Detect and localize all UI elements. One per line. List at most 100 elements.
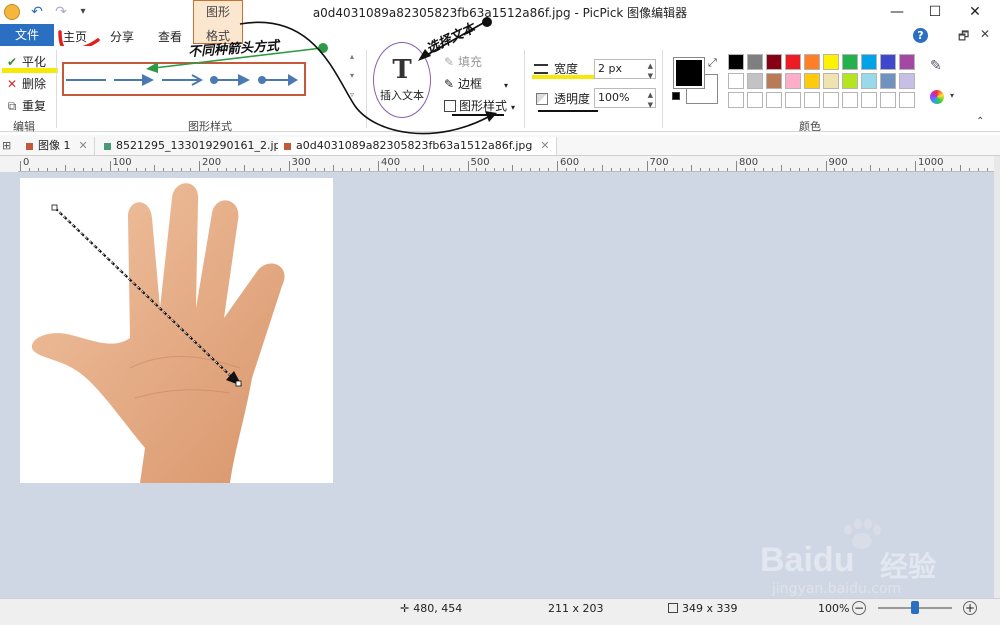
ruler-minor-tick (163, 168, 165, 171)
ruler-tick (646, 161, 648, 171)
color-swatch[interactable] (842, 92, 858, 108)
color-swatch[interactable] (880, 92, 896, 108)
tab-file[interactable]: 文件 (0, 24, 54, 46)
ruler-tick (109, 161, 111, 171)
color-swatch[interactable] (804, 92, 820, 108)
ruler-minor-tick (127, 168, 129, 171)
ruler-tick (20, 161, 21, 171)
color-swatch[interactable] (766, 92, 782, 108)
reset-colors-icon[interactable] (672, 92, 680, 100)
ruler-minor-tick (261, 168, 263, 171)
ruler-minor-tick (923, 168, 925, 171)
color-swatch[interactable] (728, 92, 744, 108)
zoom-in-button[interactable]: + (963, 601, 977, 615)
color-swatch[interactable] (842, 54, 858, 70)
color-swatch[interactable] (823, 54, 839, 70)
fill-label: 填充 (458, 55, 483, 69)
color-swatch[interactable] (804, 73, 820, 89)
color-swatch[interactable] (785, 54, 801, 70)
primary-color-front[interactable] (673, 57, 705, 89)
colors-group-label: 颜色 (799, 120, 821, 133)
close-tab-icon[interactable]: ✕ (540, 139, 549, 152)
stepper-down-icon[interactable]: ▼ (648, 96, 653, 114)
arrow-style-plain[interactable] (66, 72, 110, 88)
ruler-minor-tick (413, 168, 415, 171)
color-swatch[interactable] (785, 92, 801, 108)
ruler-label: 700 (649, 157, 669, 168)
close-button[interactable]: ✕ (958, 2, 992, 22)
color-swatch[interactable] (785, 73, 801, 89)
duplicate-button[interactable]: ⧉ 重复 (4, 97, 46, 117)
tab-grid-icon[interactable]: ⊞ (2, 139, 14, 152)
ruler-minor-tick (449, 168, 451, 171)
delete-button[interactable]: ✕ 删除 (4, 75, 46, 95)
color-swatch[interactable] (842, 73, 858, 89)
ruler-minor-tick (628, 168, 630, 171)
color-swatch[interactable] (861, 73, 877, 89)
ruler-minor-tick (664, 168, 666, 171)
ruler-minor-tick (360, 168, 362, 171)
ruler-minor-tick (37, 168, 39, 171)
ruler-minor-tick (386, 168, 388, 171)
ruler-minor-tick (789, 168, 791, 171)
color-swatch[interactable] (823, 92, 839, 108)
border-button[interactable]: ✎ 边框 ▾ (444, 75, 508, 93)
color-swatch[interactable] (899, 73, 915, 89)
color-swatch[interactable] (804, 54, 820, 70)
close-tab-icon[interactable]: ✕ (79, 139, 88, 152)
collapse-ribbon-icon[interactable]: ⌃ (976, 116, 984, 127)
horizontal-ruler: 0 100 200 300 400 500 600 700 800 900 1000 (18, 156, 994, 172)
fill-button[interactable]: ✎ 填充 (444, 53, 482, 71)
color-swatch[interactable] (728, 54, 744, 70)
color-swatch[interactable] (880, 54, 896, 70)
duplicate-label: 重复 (22, 99, 47, 113)
ruler-minor-tick (897, 168, 899, 171)
opacity-stepper[interactable]: 100% ▲ ▼ (594, 88, 656, 109)
zoom-slider-thumb[interactable] (911, 601, 919, 614)
ruler-minor-tick (744, 168, 746, 171)
zoom-out-button[interactable]: − (852, 601, 866, 615)
close-document-icon[interactable]: ✕ (980, 27, 990, 41)
color-swatch[interactable] (728, 73, 744, 89)
ruler-minor-tick (906, 168, 908, 171)
arrow-style-open[interactable] (162, 72, 206, 88)
color-swatch[interactable] (766, 54, 782, 70)
maximize-button[interactable]: ☐ (918, 2, 952, 22)
restore-ribbon-icon[interactable]: 🗗 (958, 27, 969, 48)
stepper-down-icon[interactable]: ▼ (648, 67, 653, 85)
help-icon[interactable]: ? (913, 28, 928, 43)
width-stepper[interactable]: 2 px ▲ ▼ (594, 59, 656, 80)
shape-style-button[interactable]: 图形样式 ▾ (444, 97, 515, 115)
minimize-button[interactable]: — (880, 2, 914, 22)
arrow-style-triangle[interactable] (114, 72, 158, 88)
ruler-minor-tick (458, 168, 460, 171)
ruler-minor-tick (279, 168, 281, 171)
color-swatch[interactable] (823, 73, 839, 89)
duplicate-icon: ⧉ (7, 99, 17, 113)
color-swatch[interactable] (861, 54, 877, 70)
color-swatch[interactable] (899, 54, 915, 70)
ruler-minor-tick (798, 168, 800, 171)
selection-size: 211 x 203 (548, 602, 604, 615)
color-wheel-icon[interactable] (930, 90, 944, 104)
chevron-down-icon[interactable]: ▾ (950, 91, 954, 100)
ruler-minor-tick (431, 168, 433, 171)
color-swatch[interactable] (861, 92, 877, 108)
color-swatch[interactable] (880, 73, 896, 89)
ruler-minor-tick (207, 168, 209, 171)
color-swatch[interactable] (899, 92, 915, 108)
ruler-minor-tick (709, 168, 711, 171)
color-swatch[interactable] (747, 92, 763, 108)
eyedropper-icon[interactable]: ✎ (930, 58, 942, 74)
watermark-brand-du: du (812, 541, 855, 579)
image-tab-1[interactable]: 图像 1 ✕ (20, 137, 95, 155)
annotation-yellow-underline (2, 68, 58, 73)
swap-colors-icon[interactable]: ⤢ (708, 56, 717, 70)
color-swatch[interactable] (747, 73, 763, 89)
color-swatch[interactable] (766, 73, 782, 89)
tab-share[interactable]: 分享 (110, 28, 134, 45)
image-canvas[interactable] (20, 178, 333, 483)
vertical-scrollbar[interactable] (994, 156, 1000, 598)
color-swatch[interactable] (747, 54, 763, 70)
image-tab-3[interactable]: a0d4031089a82305823fb63a1512a86f.jpg ✕ (278, 137, 557, 155)
